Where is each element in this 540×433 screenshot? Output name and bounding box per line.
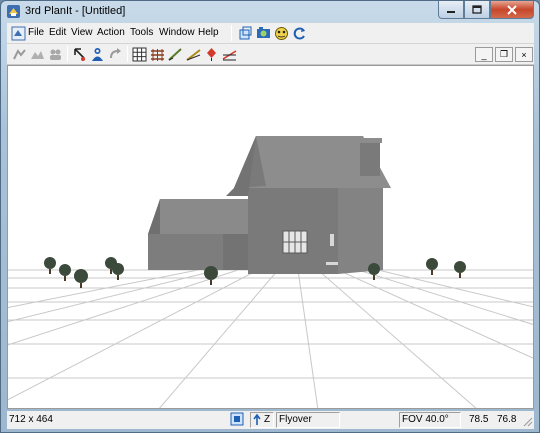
fov-panel: FOV 40.0°: [399, 412, 461, 428]
document-window-controls: _ ❐ ×: [475, 47, 533, 62]
tree: [74, 269, 88, 288]
menu-edit[interactable]: Edit: [49, 27, 66, 38]
tree: [454, 261, 466, 278]
close-button[interactable]: [490, 1, 534, 19]
doc-restore-button[interactable]: ❐: [495, 47, 513, 62]
menu-tools[interactable]: Tools: [130, 27, 153, 38]
axis-indicator[interactable]: Z: [250, 412, 274, 428]
status-bar: 712 x 464 Z Flyover FOV 40.0° 78.5 76.8: [7, 411, 534, 429]
window-title: 3rd PlanIt - [Untitled]: [25, 5, 126, 17]
tree: [44, 257, 56, 274]
doc-close-button[interactable]: ×: [515, 47, 533, 62]
person-icon[interactable]: [89, 46, 106, 63]
app-logo-icon: [7, 5, 20, 18]
coord-b: 76.8: [497, 414, 517, 425]
line-tool-icon[interactable]: [167, 46, 184, 63]
people-icon[interactable]: [47, 46, 64, 63]
document-icon[interactable]: [10, 25, 27, 42]
menu-view[interactable]: View: [71, 27, 93, 38]
menu-file[interactable]: File: [28, 27, 44, 38]
main-toolbar: [7, 44, 534, 65]
minimize-icon: [447, 10, 455, 13]
rotate-icon[interactable]: [273, 25, 290, 42]
caption-buttons: [438, 1, 534, 19]
nav-mode: Flyover: [279, 414, 312, 425]
new-view-icon[interactable]: [237, 25, 254, 42]
walk-icon[interactable]: [11, 46, 28, 63]
menu-bar: File Edit View Action Tools Window Help: [7, 23, 534, 44]
section-icon[interactable]: [221, 46, 238, 63]
menu-help[interactable]: Help: [198, 27, 219, 38]
app-window: 3rd PlanIt - [Untitled] File Edit View A…: [0, 0, 540, 433]
tree: [204, 266, 218, 285]
maximize-icon: [472, 5, 482, 14]
title-bar[interactable]: 3rd PlanIt - [Untitled]: [1, 1, 539, 23]
tree: [426, 258, 438, 275]
menu-action[interactable]: Action: [97, 27, 125, 38]
camera-icon[interactable]: [255, 25, 272, 42]
pin-icon[interactable]: [203, 46, 220, 63]
refresh-icon[interactable]: [291, 25, 308, 42]
toolbar-separator: [127, 46, 128, 62]
redo-icon[interactable]: [107, 46, 124, 63]
fence-icon[interactable]: [149, 46, 166, 63]
nav-mode-panel: Flyover: [276, 412, 340, 428]
ground-grid: [8, 269, 533, 408]
axis-arrow-icon: [253, 414, 261, 425]
coord-a: 78.5: [469, 414, 489, 425]
doc-minimize-button[interactable]: _: [475, 47, 493, 62]
close-icon: [507, 4, 517, 15]
axis-label: Z: [264, 414, 271, 425]
tree: [112, 263, 124, 280]
pointer-icon[interactable]: [71, 46, 88, 63]
grid-icon[interactable]: [131, 46, 148, 63]
viewport-size: 712 x 464: [9, 414, 53, 425]
menu-window[interactable]: Window: [159, 27, 195, 38]
scene-canvas[interactable]: [8, 66, 534, 409]
maximize-button[interactable]: [464, 1, 490, 19]
resize-grip-icon[interactable]: [522, 416, 533, 427]
3d-viewport[interactable]: [7, 65, 534, 409]
slope-icon[interactable]: [185, 46, 202, 63]
minimize-button[interactable]: [438, 1, 464, 19]
tree: [368, 263, 380, 280]
toolbar-separator: [231, 25, 232, 41]
view-mode-icon[interactable]: [230, 411, 244, 427]
house-model[interactable]: [148, 136, 391, 274]
toolbar-separator: [67, 46, 68, 62]
terrain-icon[interactable]: [29, 46, 46, 63]
fov-value: FOV 40.0°: [402, 414, 449, 425]
